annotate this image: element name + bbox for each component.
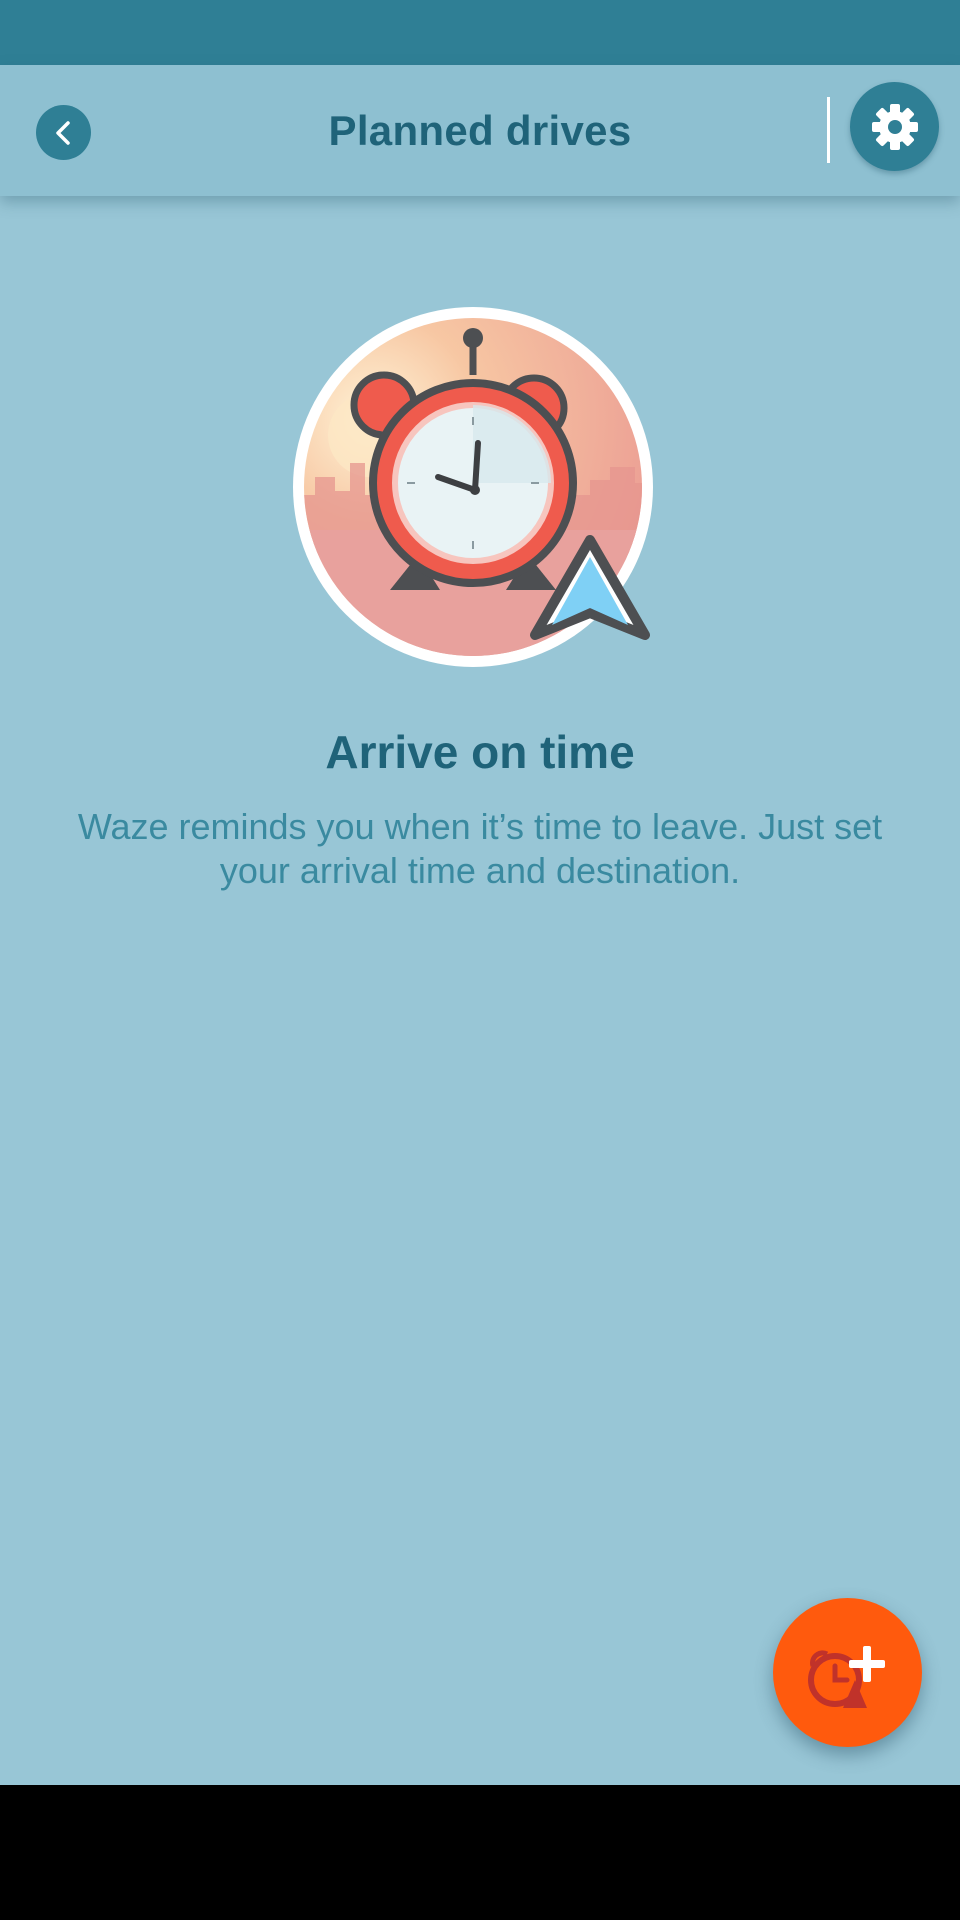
page-title: Planned drives	[328, 106, 632, 154]
settings-button[interactable]	[850, 82, 939, 171]
system-navigation-bar	[0, 1785, 960, 1920]
app-bar: Planned drives	[0, 65, 960, 196]
add-planned-drive-icon	[807, 1645, 885, 1708]
divider	[827, 97, 830, 163]
chevron-left-icon	[55, 120, 70, 145]
add-planned-drive-button[interactable]	[773, 1598, 922, 1747]
status-bar	[0, 0, 960, 65]
gear-icon	[871, 103, 918, 150]
back-button[interactable]	[36, 105, 91, 160]
empty-state-description: Waze reminds you when it’s time to leave…	[77, 806, 883, 891]
alarm-clock-navigation-illustration	[293, 307, 653, 667]
empty-state-headline: Arrive on time	[325, 726, 635, 778]
